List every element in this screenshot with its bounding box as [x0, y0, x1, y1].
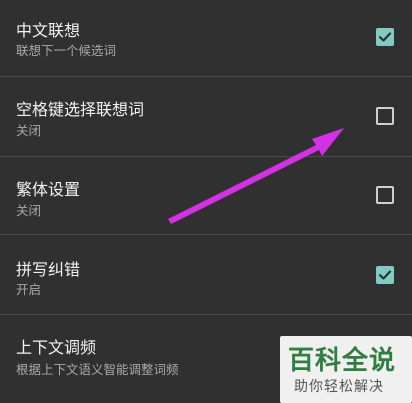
setting-title: 中文联想 [16, 21, 81, 40]
checkbox-checked[interactable] [376, 28, 394, 46]
settings-screen: 中文联想 联想下一个候选词 空格键选择联想词 关闭 繁体设置 关闭 拼写纠错 开… [0, 0, 412, 403]
check-icon [378, 270, 392, 280]
setting-title: 繁体设置 [16, 180, 81, 199]
setting-spell-correction[interactable]: 拼写纠错 开启 [0, 235, 412, 314]
watermark-subtitle: 助你轻松解决 [294, 379, 384, 395]
setting-space-select-association[interactable]: 空格键选择联想词 关闭 [0, 77, 412, 156]
setting-title: 空格键选择联想词 [16, 100, 145, 119]
checkbox-unchecked[interactable] [376, 186, 394, 204]
setting-summary: 关闭 [16, 123, 42, 138]
watermark-logo: 百科全说 助你轻松解决 [280, 336, 412, 403]
watermark-title: 百科全说 [288, 346, 397, 376]
setting-traditional-chinese[interactable]: 繁体设置 关闭 [0, 157, 412, 234]
setting-title: 拼写纠错 [16, 260, 81, 279]
check-icon [378, 32, 392, 42]
setting-summary: 关闭 [16, 203, 42, 218]
setting-summary: 根据上下文语义智能调整词频 [16, 362, 179, 377]
checkbox-checked[interactable] [376, 266, 394, 284]
checkbox-unchecked[interactable] [376, 107, 394, 125]
setting-summary: 开启 [16, 282, 42, 297]
setting-title: 上下文调频 [16, 338, 97, 357]
setting-chinese-association[interactable]: 中文联想 联想下一个候选词 [0, 0, 412, 76]
setting-summary: 联想下一个候选词 [16, 43, 117, 58]
